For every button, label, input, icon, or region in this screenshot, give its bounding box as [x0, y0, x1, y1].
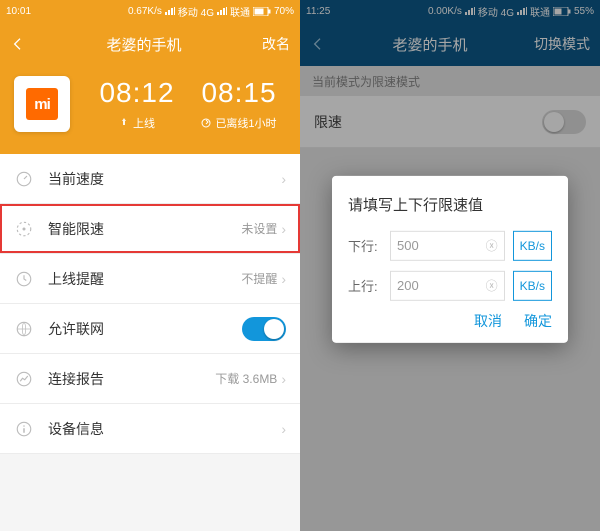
- row-value: 未设置: [241, 220, 277, 237]
- offline-time: 08:15: [188, 77, 290, 109]
- status-time: 10:01: [6, 6, 31, 17]
- row-label: 智能限速: [48, 219, 241, 239]
- speed-limit-modal: 请填写上下行限速值 下行: 500 ⓧ KB/s 上行: 200 ⓧ KB/s …: [332, 175, 568, 342]
- back-button[interactable]: [10, 36, 26, 52]
- bell-icon: [14, 269, 34, 289]
- row-online-alert[interactable]: 上线提醒 不提醒 ›: [0, 254, 300, 304]
- device-avatar: mi: [14, 76, 70, 132]
- signal-icon: [217, 7, 227, 15]
- globe-icon: [14, 319, 34, 339]
- row-connection-report[interactable]: 连接报告 下载 3.6MB ›: [0, 354, 300, 404]
- confirm-button[interactable]: 确定: [524, 310, 552, 330]
- battery-icon: [253, 7, 271, 16]
- info-icon: [14, 419, 34, 439]
- row-label: 设备信息: [48, 419, 281, 439]
- online-time-block: 08:12 上线: [86, 77, 188, 131]
- cancel-button[interactable]: 取消: [474, 310, 502, 330]
- row-label: 当前速度: [48, 169, 281, 189]
- status-bar: 10:01 0.67K/s 移动 4G 联通 70%: [0, 0, 300, 22]
- upload-label: 上行:: [348, 276, 382, 295]
- page-title: 老婆的手机: [26, 34, 262, 55]
- upload-field: 上行: 200 ⓧ KB/s: [348, 270, 552, 300]
- download-value: 500: [397, 238, 486, 253]
- download-input[interactable]: 500 ⓧ: [390, 230, 505, 260]
- upload-input[interactable]: 200 ⓧ: [390, 270, 505, 300]
- download-unit-button[interactable]: KB/s: [513, 230, 552, 260]
- chevron-right-icon: ›: [281, 171, 286, 187]
- signal-icon: [165, 7, 175, 15]
- row-label: 连接报告: [48, 369, 215, 389]
- device-hero: mi 08:12 上线 08:15 已离线1小时: [0, 66, 300, 154]
- settings-list: 当前速度 › 智能限速 未设置 › 上线提醒 不提醒 › 允许联网 连接报告 下…: [0, 154, 300, 454]
- offline-label: 已离线1小时: [215, 115, 276, 131]
- row-device-info[interactable]: 设备信息 ›: [0, 404, 300, 454]
- row-value: 不提醒: [241, 270, 277, 287]
- mi-logo-icon: mi: [26, 88, 58, 120]
- online-label: 上线: [133, 115, 155, 131]
- chevron-right-icon: ›: [281, 271, 286, 287]
- online-time: 08:12: [86, 77, 188, 109]
- modal-title: 请填写上下行限速值: [348, 193, 552, 214]
- status-speed: 0.67K/s: [128, 6, 162, 17]
- upload-value: 200: [397, 278, 486, 293]
- row-current-speed[interactable]: 当前速度 ›: [0, 154, 300, 204]
- row-allow-network[interactable]: 允许联网: [0, 304, 300, 354]
- speedometer-icon: [14, 169, 34, 189]
- status-carrier-2: 联通: [230, 4, 250, 19]
- upload-unit-button[interactable]: KB/s: [513, 270, 552, 300]
- chevron-right-icon: ›: [281, 221, 286, 237]
- download-label: 下行:: [348, 236, 382, 255]
- chevron-right-icon: ›: [281, 421, 286, 437]
- row-label: 上线提醒: [48, 269, 241, 289]
- rename-button[interactable]: 改名: [262, 34, 290, 54]
- row-value: 下载 3.6MB: [215, 370, 277, 387]
- clear-icon[interactable]: ⓧ: [486, 237, 498, 254]
- offline-time-block: 08:15 已离线1小时: [188, 77, 290, 131]
- allow-network-toggle[interactable]: [242, 317, 286, 341]
- chart-icon: [14, 369, 34, 389]
- gauge-icon: [14, 219, 34, 239]
- status-battery: 70%: [274, 6, 294, 17]
- header: 老婆的手机 改名: [0, 22, 300, 66]
- clear-icon[interactable]: ⓧ: [486, 277, 498, 294]
- row-label: 允许联网: [48, 319, 242, 339]
- online-icon: [119, 118, 129, 128]
- chevron-right-icon: ›: [281, 371, 286, 387]
- screen-speed-limit-dialog: 11:25 0.00K/s 移动 4G 联通 55% 老婆的手机 切换模式 当前…: [300, 0, 600, 531]
- offline-icon: [201, 118, 211, 128]
- download-field: 下行: 500 ⓧ KB/s: [348, 230, 552, 260]
- status-carrier-1: 移动 4G: [178, 4, 214, 19]
- screen-device-settings: 10:01 0.67K/s 移动 4G 联通 70% 老婆的手机 改名 mi 0…: [0, 0, 300, 531]
- row-smart-limit[interactable]: 智能限速 未设置 ›: [0, 204, 300, 254]
